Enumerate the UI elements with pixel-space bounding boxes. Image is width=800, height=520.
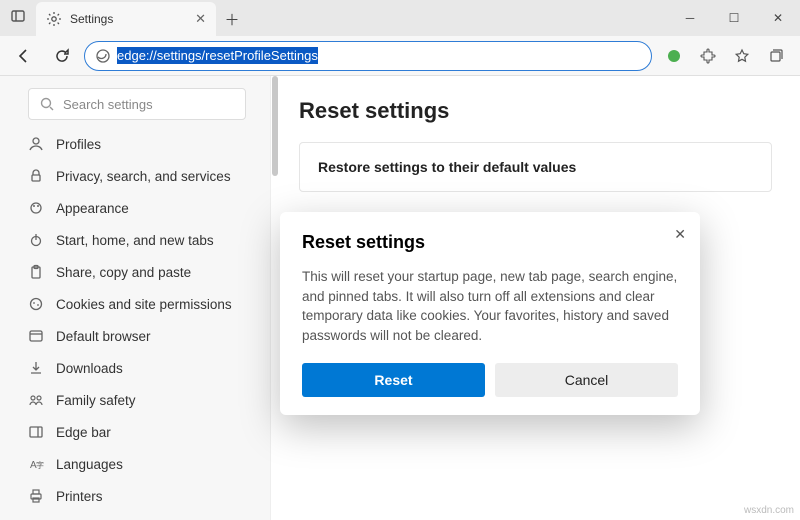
browser-icon — [28, 328, 44, 344]
favorites-button[interactable] — [726, 40, 758, 72]
address-bar-url: edge://settings/resetProfileSettings — [117, 47, 318, 64]
refresh-button[interactable] — [46, 40, 78, 72]
search-icon — [39, 96, 55, 112]
scrollbar-thumb[interactable] — [272, 76, 278, 176]
window-titlebar: Settings ✕ ＋ ─ ☐ ✕ — [0, 0, 800, 36]
sidebar-item-default-browser[interactable]: Default browser — [18, 320, 258, 352]
sidebar-item-label: Profiles — [56, 137, 101, 152]
sidebar-item-profiles[interactable]: Profiles — [18, 128, 258, 160]
sidebar-item-label: Privacy, search, and services — [56, 169, 231, 184]
cancel-button[interactable]: Cancel — [495, 363, 678, 397]
back-button[interactable] — [8, 40, 40, 72]
window-minimize-button[interactable]: ─ — [668, 0, 712, 36]
sidebar-item-label: Default browser — [56, 329, 151, 344]
edge-logo-icon — [95, 48, 111, 64]
sidebar-item-appearance[interactable]: Appearance — [18, 192, 258, 224]
card-label: Restore settings to their default values — [318, 159, 576, 175]
sidebar-item-privacy[interactable]: Privacy, search, and services — [18, 160, 258, 192]
browser-tab[interactable]: Settings ✕ — [36, 2, 216, 36]
new-tab-button[interactable]: ＋ — [216, 2, 248, 36]
person-icon — [28, 136, 44, 152]
dialog-close-button[interactable]: ✕ — [674, 226, 686, 243]
sidebar-item-share[interactable]: Share, copy and paste — [18, 256, 258, 288]
printer-icon — [28, 488, 44, 504]
sidebar-item-downloads[interactable]: Downloads — [18, 352, 258, 384]
sidebar-item-label: Languages — [56, 457, 123, 472]
window-maximize-button[interactable]: ☐ — [712, 0, 756, 36]
sidebar-item-label: Appearance — [56, 201, 129, 216]
search-placeholder: Search settings — [63, 97, 153, 112]
tab-title: Settings — [70, 12, 113, 26]
sidebar-item-edge-bar[interactable]: Edge bar — [18, 416, 258, 448]
restore-defaults-card[interactable]: Restore settings to their default values — [299, 142, 772, 192]
sidebar-item-label: Family safety — [56, 393, 136, 408]
sidebar-item-languages[interactable]: A字 Languages — [18, 448, 258, 480]
browser-toolbar: edge://settings/resetProfileSettings — [0, 36, 800, 76]
dialog-title: Reset settings — [302, 232, 678, 253]
sidebar-item-label: Cookies and site permissions — [56, 297, 232, 312]
extensions-button[interactable] — [692, 40, 724, 72]
language-icon: A字 — [28, 456, 44, 472]
watermark: wsxdn.com — [744, 505, 794, 516]
dialog-body: This will reset your startup page, new t… — [302, 267, 678, 345]
sidebar-item-label: Start, home, and new tabs — [56, 233, 214, 248]
sidebar-item-label: Edge bar — [56, 425, 111, 440]
svg-text:字: 字 — [36, 460, 44, 470]
sidebar-item-printers[interactable]: Printers — [18, 480, 258, 512]
gear-icon — [46, 11, 62, 27]
puzzle-icon — [700, 48, 716, 64]
collections-button[interactable] — [760, 40, 792, 72]
profile-button[interactable] — [658, 40, 690, 72]
cookie-icon — [28, 296, 44, 312]
address-bar[interactable]: edge://settings/resetProfileSettings — [84, 41, 652, 71]
sidebar-item-label: Downloads — [56, 361, 123, 376]
download-icon — [28, 360, 44, 376]
tab-close-button[interactable]: ✕ — [195, 11, 206, 27]
power-icon — [28, 232, 44, 248]
tab-actions-icon — [10, 8, 26, 24]
sidebar-item-start[interactable]: Start, home, and new tabs — [18, 224, 258, 256]
sidebar-item-label: Printers — [56, 489, 103, 504]
settings-sidebar: Search settings Profiles Privacy, search… — [0, 76, 270, 520]
appearance-icon — [28, 200, 44, 216]
window-close-button[interactable]: ✕ — [756, 0, 800, 36]
sidebar-item-family[interactable]: Family safety — [18, 384, 258, 416]
reset-button[interactable]: Reset — [302, 363, 485, 397]
collections-icon — [768, 48, 784, 64]
sidebar-icon — [28, 424, 44, 440]
family-icon — [28, 392, 44, 408]
reset-settings-dialog: ✕ Reset settings This will reset your st… — [280, 212, 700, 415]
search-settings-input[interactable]: Search settings — [28, 88, 246, 120]
tab-actions-button[interactable] — [0, 0, 36, 32]
clipboard-icon — [28, 264, 44, 280]
sidebar-item-system[interactable]: System and performance — [18, 512, 258, 520]
lock-icon — [28, 168, 44, 184]
page-heading: Reset settings — [299, 98, 772, 124]
sidebar-item-cookies[interactable]: Cookies and site permissions — [18, 288, 258, 320]
sidebar-item-label: Share, copy and paste — [56, 265, 191, 280]
star-icon — [734, 48, 750, 64]
